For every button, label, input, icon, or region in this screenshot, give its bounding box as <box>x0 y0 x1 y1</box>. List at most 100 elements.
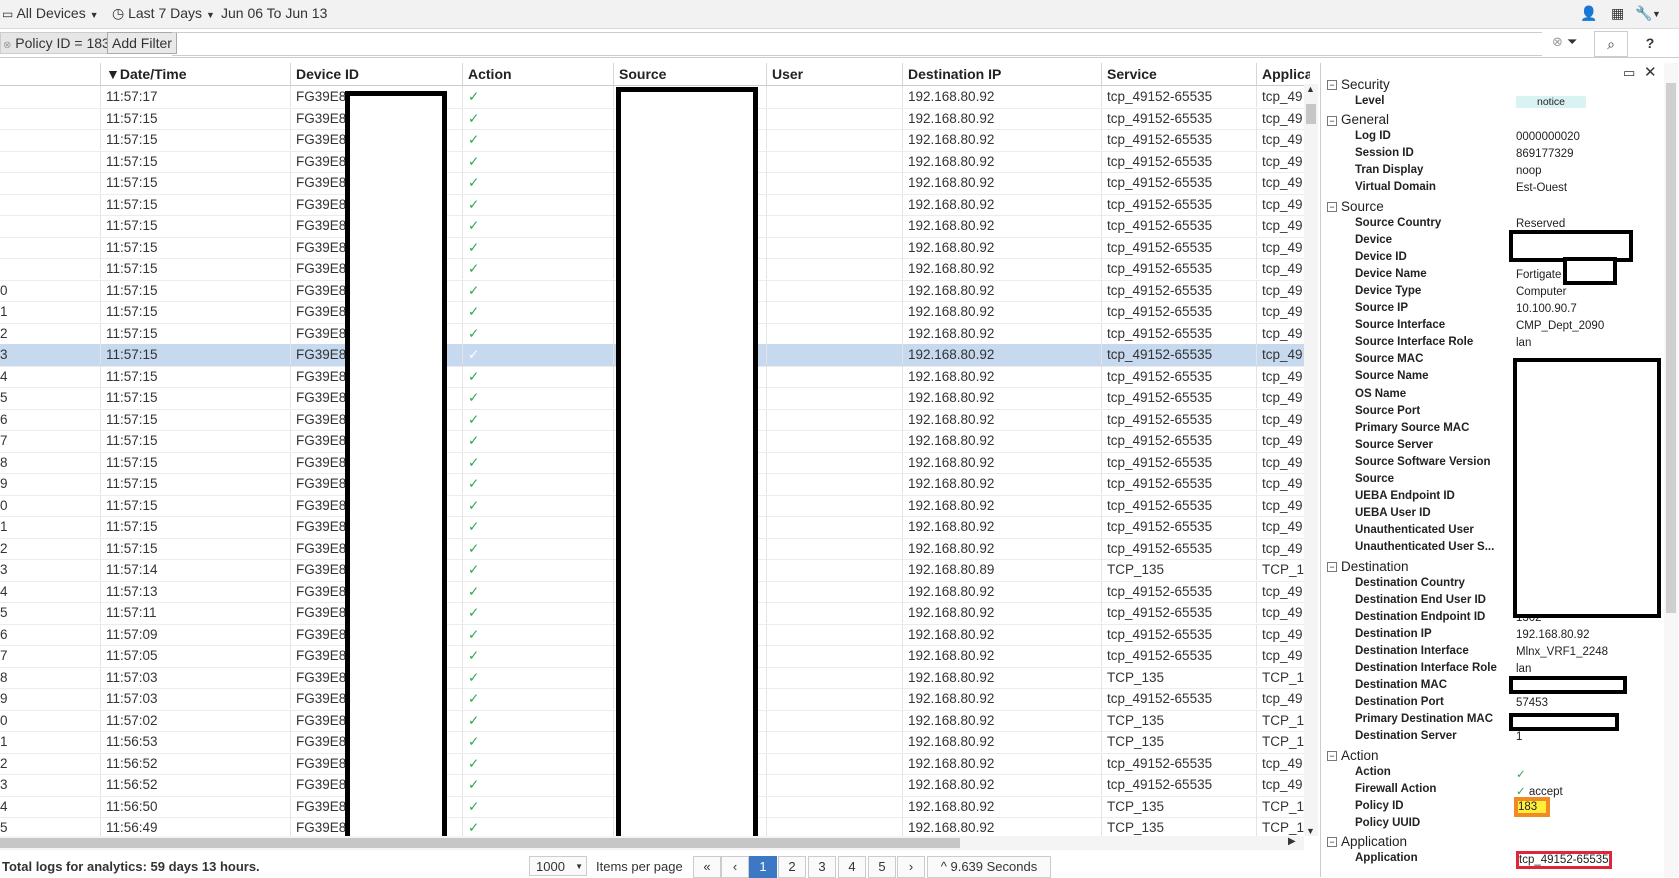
field-label: Source IP <box>1355 302 1409 314</box>
total-logs-text: Total logs for analytics: 59 days 13 hou… <box>2 859 260 874</box>
cell-action: ✓ <box>462 451 613 473</box>
scroll-thumb[interactable] <box>1306 104 1316 124</box>
column-header[interactable]: Service <box>1101 63 1256 85</box>
cell-destination-ip: 192.168.80.92 <box>902 86 1101 107</box>
cell-date-time: 11:56:52 <box>100 774 290 795</box>
add-filter-button[interactable]: Add Filter <box>107 32 177 54</box>
cell-service: tcp_49152-65535 <box>1101 645 1256 666</box>
cell-application: tcp_49 <box>1256 365 1306 387</box>
field-label: Source Interface Role <box>1355 336 1474 349</box>
check-icon: ✓ <box>468 454 480 470</box>
scroll-thumb[interactable] <box>0 838 960 848</box>
field-value: noop <box>1516 165 1542 178</box>
cell-action: ✓ <box>462 709 613 731</box>
page-1-button[interactable]: 1 <box>749 856 777 878</box>
check-icon: ✓ <box>468 411 480 427</box>
cell-date-time: 11:57:15 <box>100 516 290 537</box>
close-icon[interactable]: ✕ <box>1644 63 1657 81</box>
devices-label: All Devices <box>16 5 86 21</box>
scroll-thumb[interactable] <box>1666 83 1676 613</box>
field-value: Computer <box>1516 285 1567 298</box>
field-value: 10.100.90.7 <box>1516 303 1577 315</box>
items-per-page-select[interactable]: 1000 ▼ <box>529 856 587 876</box>
check-icon: ✓ <box>1516 768 1526 781</box>
filter-funnel-icon[interactable]: ⏷ <box>1567 34 1577 50</box>
redaction-box <box>345 91 447 836</box>
check-icon: ✓ <box>468 196 480 212</box>
filter-tag[interactable]: ⊗ Policy ID = 183 <box>0 32 115 54</box>
cell-application: tcp_49 <box>1256 473 1306 494</box>
prev-page-button[interactable]: ‹ <box>721 856 749 878</box>
section-header[interactable]: − Source <box>1327 199 1384 214</box>
check-icon: ✓ <box>468 261 480 276</box>
section-header[interactable]: − Destination <box>1327 559 1409 574</box>
header-cell-index[interactable] <box>0 63 100 85</box>
section-header[interactable]: − Application <box>1327 834 1407 849</box>
column-header[interactable]: Destination IP <box>902 63 1101 85</box>
field-label: Tran Display <box>1355 164 1424 177</box>
section-header[interactable]: − General <box>1327 112 1389 127</box>
cell-service: tcp_49152-65535 <box>1101 172 1256 193</box>
scroll-right-icon[interactable]: ▶ <box>1288 836 1296 847</box>
row-index: 2 <box>0 755 8 771</box>
cell-service: tcp_49152-65535 <box>1101 387 1256 408</box>
help-icon[interactable]: ? <box>1635 31 1665 55</box>
column-header[interactable]: Action <box>462 63 613 85</box>
table-vertical-scrollbar[interactable]: ▲ ▼ <box>1304 84 1318 836</box>
cell-service: tcp_49152-65535 <box>1101 129 1256 150</box>
column-header[interactable]: ▼Date/Time <box>100 63 290 85</box>
cell-destination-ip: 192.168.80.92 <box>902 817 1101 836</box>
page-5-button[interactable]: 5 <box>868 856 896 878</box>
scroll-up-icon[interactable]: ▲ <box>1306 84 1315 94</box>
field-label: Virtual Domain <box>1355 181 1436 194</box>
column-header[interactable]: Device ID <box>290 63 462 85</box>
row-index: 4 <box>0 798 8 814</box>
section-title: Source <box>1341 198 1384 214</box>
cell-user <box>766 430 902 451</box>
user-settings-icon[interactable]: 👤 <box>1580 5 1597 22</box>
collapse-icon[interactable]: − <box>1327 561 1337 572</box>
remove-filter-icon[interactable]: ⊗ <box>3 40 11 51</box>
devices-dropdown[interactable]: ▭ All Devices ▼ <box>2 5 99 21</box>
scroll-down-icon[interactable]: ▼ <box>1306 826 1315 836</box>
column-header[interactable]: Source <box>613 63 766 85</box>
cell-user <box>766 817 902 836</box>
section-header[interactable]: − Action <box>1327 748 1379 763</box>
query-timing[interactable]: ^ 9.639 Seconds <box>927 856 1051 878</box>
collapse-icon[interactable]: − <box>1327 837 1337 848</box>
cell-date-time: 11:57:15 <box>100 365 290 387</box>
clock-icon: ◷ <box>112 5 125 21</box>
field-value: Reserved <box>1516 217 1566 230</box>
field-label: Device Type <box>1355 284 1422 297</box>
time-range-dropdown[interactable]: ◷ Last 7 Days ▼ <box>112 5 215 22</box>
next-page-button[interactable]: › <box>897 856 925 878</box>
search-icon[interactable]: ⌕ <box>1594 31 1628 57</box>
tools-icon[interactable]: 🔧 <box>1635 5 1652 22</box>
collapse-icon[interactable]: − <box>1327 80 1337 91</box>
column-header[interactable]: User <box>766 63 902 85</box>
cell-action: ✓ <box>462 193 613 215</box>
check-icon: ✓ <box>468 562 480 577</box>
caret-down-icon[interactable]: ▼ <box>1652 9 1661 19</box>
panel-scrollbar[interactable] <box>1664 63 1678 877</box>
row-index <box>0 129 100 150</box>
row-index: 0 <box>0 497 8 513</box>
check-icon: ✓ <box>1516 785 1526 798</box>
grid-icon[interactable]: ▦ <box>1611 5 1624 22</box>
column-header[interactable]: Applicatio <box>1256 63 1310 85</box>
section-header[interactable]: − Security <box>1327 77 1390 92</box>
filter-input[interactable] <box>172 32 1542 56</box>
clear-icon[interactable]: ⊗ <box>1552 34 1563 50</box>
collapse-icon[interactable]: − <box>1327 115 1337 126</box>
cell-user <box>766 731 902 752</box>
collapse-icon[interactable]: − <box>1327 201 1337 212</box>
maximize-icon[interactable]: ▭ <box>1623 65 1635 81</box>
collapse-icon[interactable]: − <box>1327 750 1337 761</box>
table-horizontal-scrollbar[interactable]: ▶ <box>0 836 1304 850</box>
page-2-button[interactable]: 2 <box>778 856 806 878</box>
page-3-button[interactable]: 3 <box>808 856 836 878</box>
first-page-button[interactable]: « <box>693 856 721 878</box>
pagination-bar: Total logs for analytics: 59 days 13 hou… <box>0 853 1320 878</box>
page-4-button[interactable]: 4 <box>838 856 866 878</box>
cell-date-time: 11:57:15 <box>100 107 290 129</box>
